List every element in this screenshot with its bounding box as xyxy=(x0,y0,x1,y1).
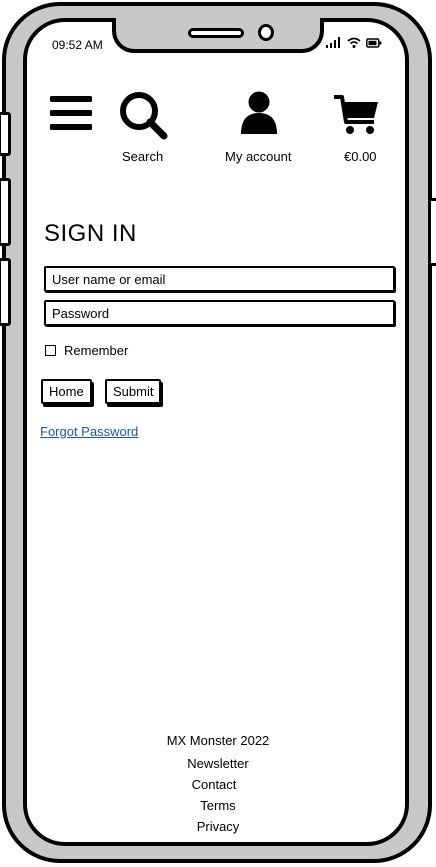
phone-side-button xyxy=(0,178,11,246)
phone-side-button xyxy=(428,198,436,266)
footer-copyright: MX Monster 2022 xyxy=(166,733,270,748)
footer-link-contact[interactable]: Contact xyxy=(0,777,432,792)
cart-total[interactable]: €0.00 xyxy=(344,149,377,164)
phone-camera xyxy=(258,24,274,41)
status-time: 09:52 AM xyxy=(52,38,103,52)
wifi-icon xyxy=(347,37,361,48)
footer-link-newsletter[interactable]: Newsletter xyxy=(0,756,436,771)
forgot-password-link[interactable]: Forgot Password xyxy=(40,424,138,439)
account-label[interactable]: My account xyxy=(225,149,291,164)
phone-side-button xyxy=(0,258,11,326)
password-input[interactable] xyxy=(44,300,395,326)
search-label[interactable]: Search xyxy=(122,149,163,164)
remember-label[interactable]: Remember xyxy=(64,343,128,358)
battery-icon xyxy=(366,38,382,48)
remember-checkbox[interactable] xyxy=(45,345,56,356)
hamburger-menu-icon[interactable] xyxy=(50,96,92,137)
page-title: SIGN IN xyxy=(44,220,137,247)
cart-icon[interactable] xyxy=(332,94,380,141)
user-icon[interactable] xyxy=(240,91,278,140)
username-input[interactable] xyxy=(44,266,395,292)
status-icons xyxy=(326,37,382,48)
phone-speaker xyxy=(188,28,244,38)
submit-button[interactable]: Submit xyxy=(105,379,162,404)
signal-bars-icon xyxy=(326,37,340,48)
home-button[interactable]: Home xyxy=(41,379,92,404)
footer-link-terms[interactable]: Terms xyxy=(0,798,436,813)
search-icon[interactable] xyxy=(118,90,168,145)
phone-side-button xyxy=(0,112,11,156)
footer-link-privacy[interactable]: Privacy xyxy=(0,819,436,834)
